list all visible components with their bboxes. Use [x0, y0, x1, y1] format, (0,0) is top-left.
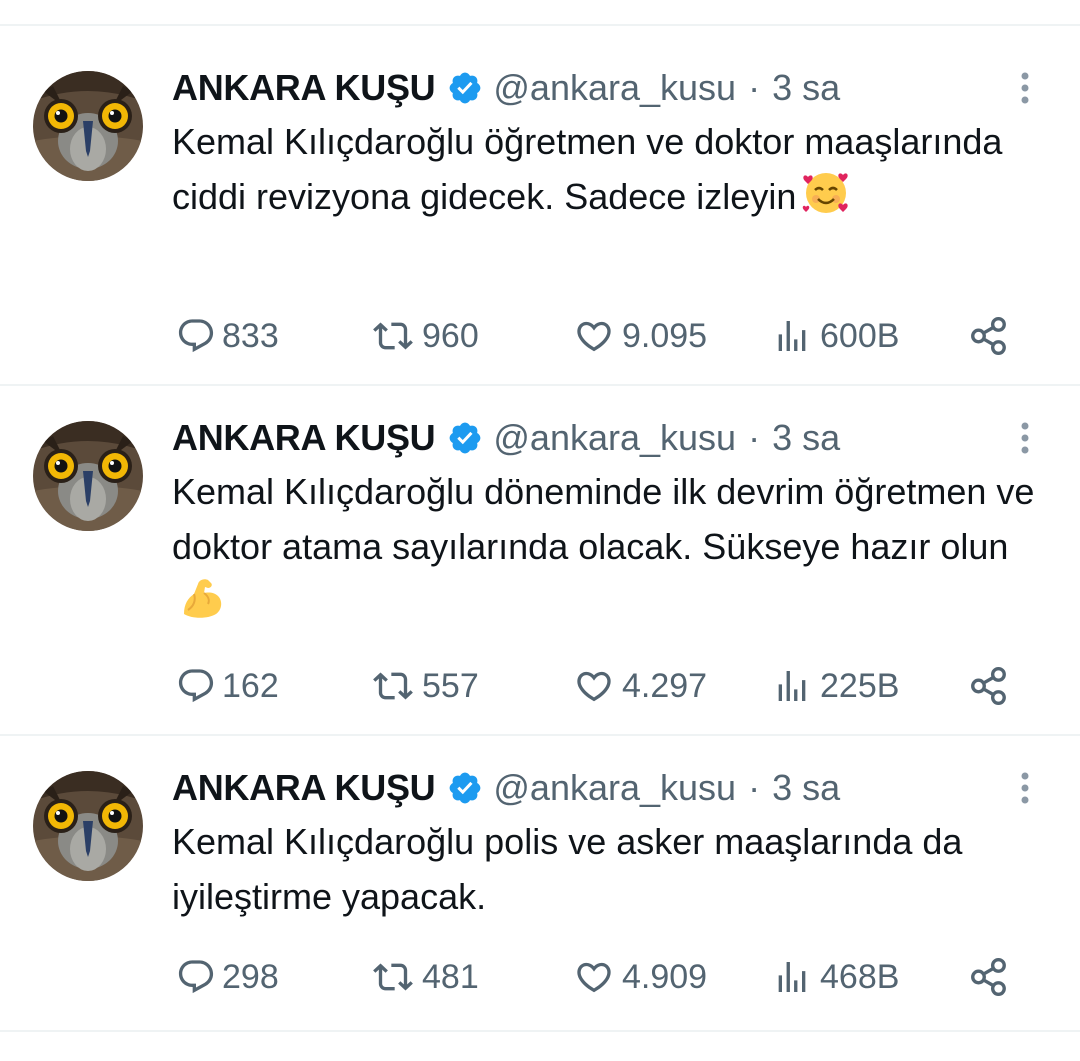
- retweet-count: 960: [422, 316, 479, 355]
- retweet-icon: [370, 957, 416, 997]
- tweet-header: ANKARA KUŞU @ankara_kusu · 3 sa: [172, 64, 840, 112]
- reply-count: 298: [222, 957, 279, 996]
- timestamp[interactable]: 3 sa: [772, 767, 840, 809]
- avatar[interactable]: [33, 71, 143, 181]
- tweet-text: Kemal Kılıçdaroğlu döneminde ilk devrim …: [172, 471, 1035, 567]
- retweet-count: 557: [422, 666, 479, 705]
- action-bar: 298 481 4.909 468B: [172, 952, 1022, 1002]
- avatar[interactable]: [33, 771, 143, 881]
- action-bar: 162 557 4.297 225B: [172, 661, 1022, 711]
- action-bar: 833 960 9.095 600B: [172, 311, 1022, 361]
- retweet-button[interactable]: 960: [370, 311, 479, 361]
- views-icon: [770, 957, 814, 997]
- share-icon[interactable]: [967, 665, 1011, 707]
- author-handle[interactable]: @ankara_kusu: [493, 767, 736, 809]
- retweet-icon: [370, 666, 416, 706]
- share-icon[interactable]: [967, 956, 1011, 998]
- tweet-text: Kemal Kılıçdaroğlu polis ve asker maaşla…: [172, 821, 963, 917]
- retweet-count: 481: [422, 957, 479, 996]
- views-button[interactable]: 225B: [770, 661, 899, 711]
- like-count: 4.297: [622, 666, 708, 705]
- tweet-text-container: Kemal Kılıçdaroğlu öğretmen ve doktor ma…: [172, 114, 1052, 224]
- author-name[interactable]: ANKARA KUŞU: [172, 67, 436, 109]
- heart-icon: [572, 957, 616, 997]
- heart-icon: [572, 666, 616, 706]
- timestamp[interactable]: 3 sa: [772, 67, 840, 109]
- tweet-header: ANKARA KUŞU @ankara_kusu · 3 sa: [172, 764, 840, 812]
- author-handle[interactable]: @ankara_kusu: [493, 67, 736, 109]
- author-name[interactable]: ANKARA KUŞU: [172, 767, 436, 809]
- more-options-icon[interactable]: [1010, 418, 1040, 458]
- verified-badge-icon: [447, 420, 483, 456]
- verified-badge-icon: [447, 70, 483, 106]
- separator: ·: [748, 767, 761, 808]
- retweet-button[interactable]: 481: [370, 952, 479, 1002]
- tweet[interactable]: ANKARA KUŞU @ankara_kusu · 3 sa Kemal Kı…: [0, 26, 1080, 384]
- share-icon[interactable]: [967, 315, 1011, 357]
- tweet[interactable]: ANKARA KUŞU @ankara_kusu · 3 sa Kemal Kı…: [0, 376, 1080, 734]
- reply-icon: [176, 316, 216, 356]
- separator: ·: [748, 417, 761, 458]
- flexed-biceps-icon: [178, 574, 226, 622]
- views-count: 225B: [820, 666, 900, 705]
- reply-button[interactable]: 162: [176, 661, 279, 711]
- heart-icon: [572, 316, 616, 356]
- more-options-icon[interactable]: [1010, 68, 1040, 108]
- tweet-text: Kemal Kılıçdaroğlu öğretmen ve doktor ma…: [172, 121, 1003, 217]
- like-button[interactable]: 9.095: [572, 311, 707, 361]
- tweet-text-container: Kemal Kılıçdaroğlu döneminde ilk devrim …: [172, 464, 1052, 629]
- verified-badge-icon: [447, 770, 483, 806]
- like-count: 9.095: [622, 316, 708, 355]
- views-icon: [770, 316, 814, 356]
- reply-count: 162: [222, 666, 279, 705]
- owl-avatar-icon: [33, 71, 143, 181]
- retweet-icon: [370, 316, 416, 356]
- tweet-text-container: Kemal Kılıçdaroğlu polis ve asker maaşla…: [172, 814, 1052, 924]
- author-handle[interactable]: @ankara_kusu: [493, 417, 736, 459]
- author-name[interactable]: ANKARA KUŞU: [172, 417, 436, 459]
- reply-count: 833: [222, 316, 279, 355]
- like-button[interactable]: 4.297: [572, 661, 707, 711]
- timestamp[interactable]: 3 sa: [772, 417, 840, 459]
- smiling-face-with-hearts-icon: [802, 169, 850, 217]
- views-count: 600B: [820, 316, 900, 355]
- views-button[interactable]: 600B: [770, 311, 899, 361]
- like-count: 4.909: [622, 957, 708, 996]
- bottom-divider: [0, 1030, 1080, 1032]
- separator: ·: [748, 67, 761, 108]
- reply-button[interactable]: 298: [176, 952, 279, 1002]
- reply-icon: [176, 957, 216, 997]
- views-count: 468B: [820, 957, 900, 996]
- owl-avatar-icon: [33, 771, 143, 881]
- views-icon: [770, 666, 814, 706]
- like-button[interactable]: 4.909: [572, 952, 707, 1002]
- owl-avatar-icon: [33, 421, 143, 531]
- reply-button[interactable]: 833: [176, 311, 279, 361]
- retweet-button[interactable]: 557: [370, 661, 479, 711]
- avatar[interactable]: [33, 421, 143, 531]
- tweet-header: ANKARA KUŞU @ankara_kusu · 3 sa: [172, 414, 840, 462]
- reply-icon: [176, 666, 216, 706]
- views-button[interactable]: 468B: [770, 952, 899, 1002]
- tweet[interactable]: ANKARA KUŞU @ankara_kusu · 3 sa Kemal Kı…: [0, 726, 1080, 1030]
- more-options-icon[interactable]: [1010, 768, 1040, 808]
